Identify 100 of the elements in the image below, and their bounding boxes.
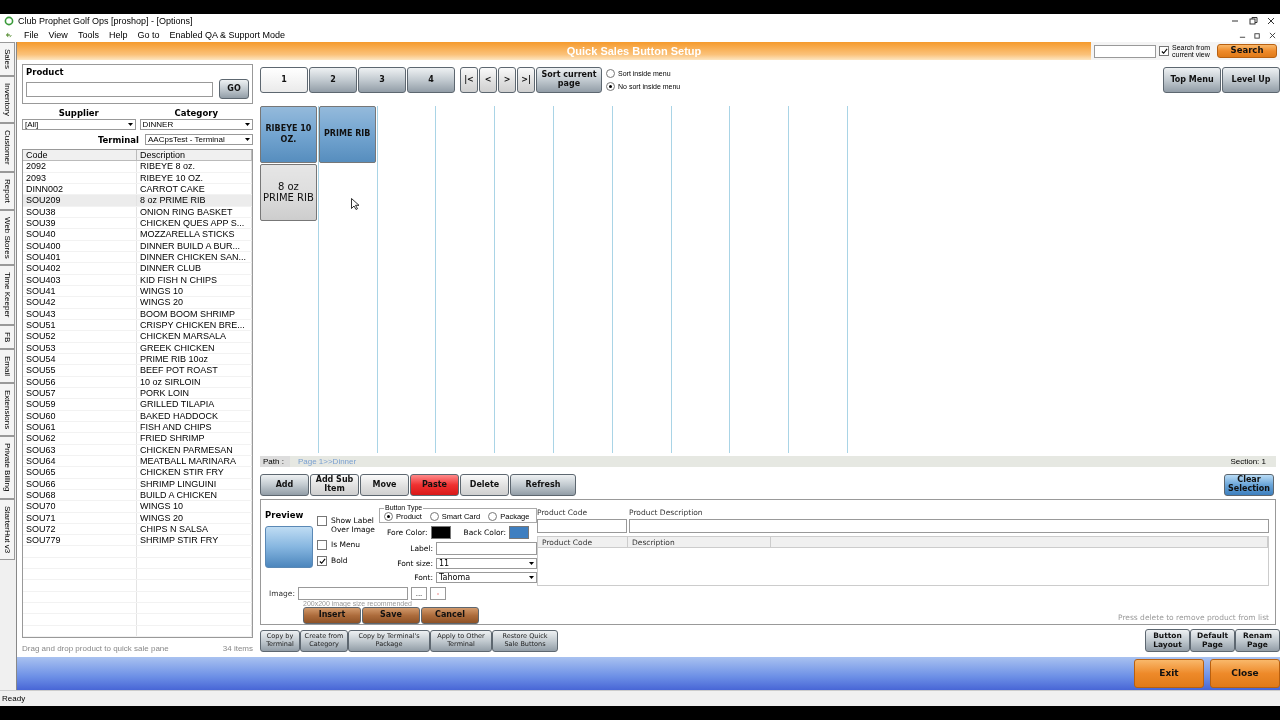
column-header[interactable]: Code [23, 150, 137, 161]
browse-button[interactable]: ... [411, 587, 427, 600]
product-row[interactable]: SOU39 CHICKEN QUES APP S... [23, 217, 252, 230]
clear-selection-button[interactable]: Clear Selection [1224, 474, 1274, 496]
product-row[interactable]: SOU72 CHIPS N SALSA [23, 523, 252, 536]
page-tab[interactable]: 1 [260, 67, 308, 93]
radio-button[interactable] [429, 512, 439, 521]
side-tab[interactable]: Report [0, 171, 15, 210]
nav-button[interactable]: > [498, 67, 516, 93]
product-row[interactable]: SOU401 DINNER CHICKEN SAN... [23, 251, 252, 264]
product-row[interactable]: SOU56 10 oz SIRLOIN [23, 376, 252, 388]
side-tab[interactable]: Web Stores [0, 209, 15, 266]
product-row[interactable]: SOU63 CHICKEN PARMESAN [23, 444, 252, 456]
side-tab[interactable]: Sales [0, 42, 15, 76]
product-row[interactable]: SOU40 MOZZARELLA STICKS [23, 229, 252, 241]
radio-button[interactable] [606, 82, 615, 91]
menu-item[interactable]: View [48, 30, 68, 40]
color-swatch[interactable] [430, 526, 451, 539]
action-button[interactable]: Add [260, 474, 309, 496]
side-tab[interactable]: Extensions [0, 383, 15, 437]
product-row[interactable]: SOU60 BAKED HADDOCK [23, 410, 252, 422]
checkbox[interactable] [317, 556, 327, 566]
checkbox[interactable] [317, 516, 327, 526]
product-row[interactable]: SOU68 BUILD A CHICKEN [23, 489, 252, 502]
editor-button[interactable]: Cancel [421, 607, 479, 624]
product-row[interactable]: SOU62 FRIED SHRIMP [23, 433, 252, 445]
side-tab[interactable]: Email [0, 349, 15, 384]
radio-button[interactable] [488, 512, 498, 521]
restore-icon[interactable] [1248, 16, 1258, 26]
side-tab[interactable]: Time Keeper [0, 265, 15, 325]
top-menu-button[interactable]: Top Menu [1163, 67, 1221, 93]
nav-button[interactable]: < [479, 67, 497, 93]
exit-button[interactable]: Exit [1134, 659, 1204, 688]
editor-button[interactable]: Insert [303, 607, 361, 624]
product-row[interactable]: SOU65 CHICKEN STIR FRY [23, 467, 252, 479]
side-tab[interactable]: StarterHut v3 [0, 498, 15, 560]
page-tab[interactable]: 4 [407, 67, 455, 93]
action-button[interactable]: Refresh [510, 474, 576, 496]
menu-item[interactable]: Tools [77, 30, 99, 40]
side-tab[interactable]: Private Billing [0, 436, 15, 499]
product-row[interactable]: 2092 RIBEYE 8 oz. [23, 161, 252, 173]
remove-image-button[interactable] [430, 587, 446, 600]
editor-button[interactable]: Save [362, 607, 420, 624]
color-swatch[interactable] [509, 526, 530, 539]
go-button[interactable]: GO [219, 79, 249, 99]
product-row[interactable]: SOU779 SHRIMP STIR FRY [23, 535, 252, 547]
product-row[interactable]: SOU400 DINNER BUILD A BUR... [23, 240, 252, 252]
action-button[interactable]: Add Sub Item [310, 474, 359, 496]
font-size-dropdown[interactable]: 11 [436, 558, 537, 569]
product-row[interactable]: SOU51 CRISPY CHICKEN BRE... [23, 319, 252, 332]
side-tab[interactable]: Inventory [0, 76, 15, 123]
product-row[interactable]: SOU402 DINNER CLUB [23, 263, 252, 275]
supplier-dropdown[interactable]: [All] [22, 119, 136, 130]
product-row[interactable]: SOU52 CHICKEN MARSALA [23, 331, 252, 343]
menu-item[interactable]: Go to [137, 30, 160, 40]
column-header[interactable]: Description [137, 150, 252, 161]
quick-sale-button[interactable]: RIBEYE 10 OZ. [260, 106, 317, 163]
product-code-field[interactable] [537, 519, 627, 533]
action-button[interactable]: Delete [460, 474, 509, 496]
quick-sale-button[interactable]: PRIME RIB [318, 106, 376, 163]
product-row[interactable]: SOU209 8 oz PRIME RIB [23, 195, 252, 207]
product-row[interactable]: SOU70 WINGS 10 [23, 501, 252, 513]
category-dropdown[interactable]: DINNER [139, 119, 253, 130]
image-field[interactable] [298, 587, 408, 600]
search-field[interactable] [1094, 44, 1156, 58]
action-button[interactable]: Move [360, 474, 409, 496]
product-row[interactable]: SOU43 BOOM BOOM SHRIMP [23, 308, 252, 320]
product-row[interactable]: 2093 RIBEYE 10 OZ. [23, 172, 252, 184]
product-row[interactable]: SOU61 FISH AND CHIPS [23, 421, 252, 434]
nav-button[interactable]: >| [517, 67, 535, 93]
product-row[interactable]: SOU59 GRILLED TILAPIA [23, 399, 252, 411]
exit-button[interactable]: Close [1210, 659, 1280, 688]
product-row[interactable]: SOU71 WINGS 20 [23, 512, 252, 524]
font-dropdown[interactable]: Tahoma [436, 572, 537, 583]
product-description-field[interactable] [629, 519, 1269, 533]
checkbox[interactable] [317, 540, 327, 550]
page-tab[interactable]: 2 [309, 67, 357, 93]
radio-button[interactable] [606, 69, 615, 78]
product-row[interactable]: SOU66 SHRIMP LINGUINI [23, 478, 252, 490]
product-row[interactable]: SOU38 ONION RING BASKET [23, 206, 252, 218]
product-row[interactable]: SOU64 MEATBALL MARINARA [23, 455, 252, 468]
menu-item[interactable]: Help [108, 30, 128, 40]
side-tab[interactable]: Customer [0, 122, 15, 172]
product-row[interactable]: SOU41 WINGS 10 [23, 285, 252, 298]
product-row[interactable]: SOU55 BEEF POT ROAST [23, 365, 252, 377]
page-tab[interactable]: 3 [358, 67, 406, 93]
product-field[interactable] [26, 81, 213, 97]
product-row[interactable]: SOU42 WINGS 20 [23, 297, 252, 309]
label-field[interactable] [436, 542, 537, 555]
sort-button[interactable]: Sort current page [536, 67, 602, 93]
radio-button[interactable] [384, 512, 393, 521]
quick-sale-button[interactable]: 8 oz PRIME RIB [260, 163, 317, 221]
product-row[interactable]: SOU54 PRIME RIB 10oz [23, 353, 252, 366]
menu-item[interactable]: Enabled QA & Support Mode [169, 30, 285, 40]
side-tab[interactable]: FB [0, 324, 15, 349]
search-button[interactable]: Search [1217, 44, 1277, 58]
product-row[interactable]: SOU57 PORK LOIN [23, 387, 252, 400]
level-up-button[interactable]: Level Up [1222, 67, 1280, 93]
product-row[interactable]: SOU403 KID FISH N CHIPS [23, 274, 252, 286]
action-button[interactable]: Paste [410, 474, 459, 496]
